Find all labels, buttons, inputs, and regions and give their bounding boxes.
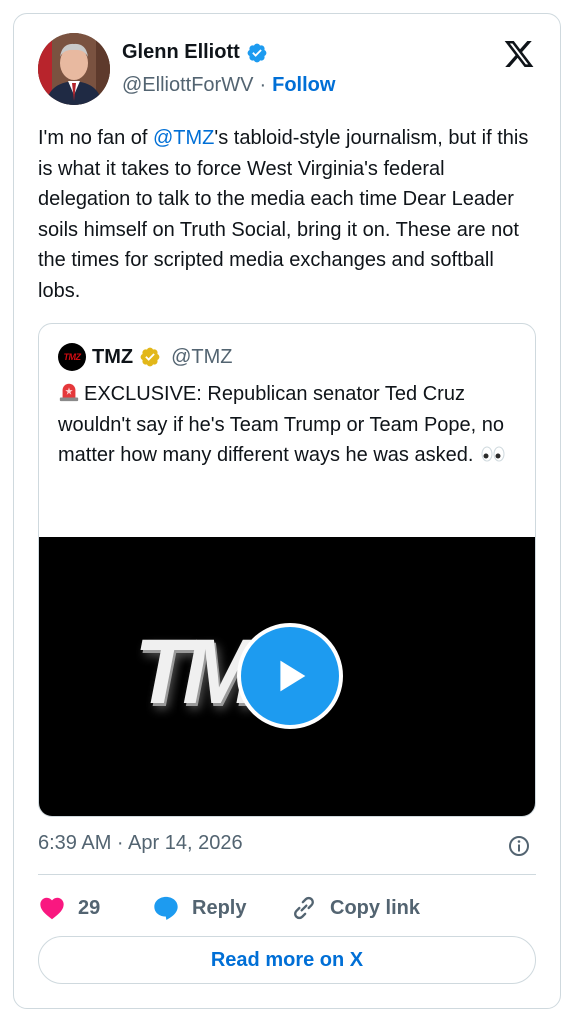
like-count: 29 [78, 896, 101, 919]
play-button[interactable] [237, 623, 343, 729]
embedded-tweet-card: Glenn Elliott @ElliottForWV · Follow I'm… [13, 13, 561, 1009]
quoted-tweet-header: TMZ TMZ @TMZ [58, 343, 233, 371]
author-handle-row: @ElliottForWV · Follow [122, 74, 335, 97]
link-icon [294, 896, 314, 920]
follow-link[interactable]: Follow [272, 74, 335, 97]
copy-link-label: Copy link [330, 896, 421, 919]
like-button[interactable]: 29 [38, 894, 152, 922]
x-logo-icon[interactable] [502, 38, 536, 70]
siren-emoji-icon [59, 383, 79, 402]
reply-bubble-icon [154, 896, 178, 920]
action-bar: 29 Reply Copy link [38, 890, 420, 926]
quoted-tweet-text: EXCLUSIVE: Republican senator Ted Cruz w… [58, 379, 523, 471]
video-thumbnail-logo: TM [134, 621, 259, 723]
read-more-button[interactable]: Read more on X [38, 936, 536, 984]
quoted-author-name[interactable]: TMZ [92, 346, 133, 369]
author-avatar[interactable] [38, 33, 110, 105]
play-icon [280, 660, 306, 692]
quoted-tweet-body: EXCLUSIVE: Republican senator Ted Cruz w… [58, 383, 505, 466]
reply-label: Reply [192, 896, 247, 919]
tweet-text: I'm no fan of @TMZ's tabloid-style journ… [38, 123, 538, 306]
author-name-row[interactable]: Glenn Elliott [122, 41, 268, 64]
author-name[interactable]: Glenn Elliott [122, 41, 240, 64]
reply-button[interactable]: Reply [152, 894, 290, 922]
eyes-emoji-icon [481, 446, 505, 462]
quoted-author-handle[interactable]: @TMZ [171, 346, 232, 369]
tweet-text-end: 's tabloid-style journalism, but if this… [38, 127, 529, 302]
video-player[interactable]: TM [39, 537, 535, 816]
copy-link-button[interactable]: Copy link [290, 894, 420, 922]
divider [38, 874, 536, 875]
verified-gold-badge-icon [140, 347, 160, 367]
quoted-avatar[interactable]: TMZ [58, 343, 86, 371]
tweet-timestamp[interactable]: 6:39 AM · Apr 14, 2026 [38, 832, 243, 855]
quoted-tweet[interactable]: TMZ TMZ @TMZ EXCLUSIVE: Republican senat… [38, 323, 536, 817]
separator-dot: · [259, 74, 267, 96]
mention-link[interactable]: @TMZ [153, 127, 214, 149]
heart-icon [40, 897, 64, 920]
author-handle[interactable]: @ElliottForWV [122, 74, 253, 97]
info-icon[interactable] [507, 834, 531, 858]
tweet-text-start: I'm no fan of [38, 127, 153, 149]
verified-badge-icon [247, 43, 267, 62]
